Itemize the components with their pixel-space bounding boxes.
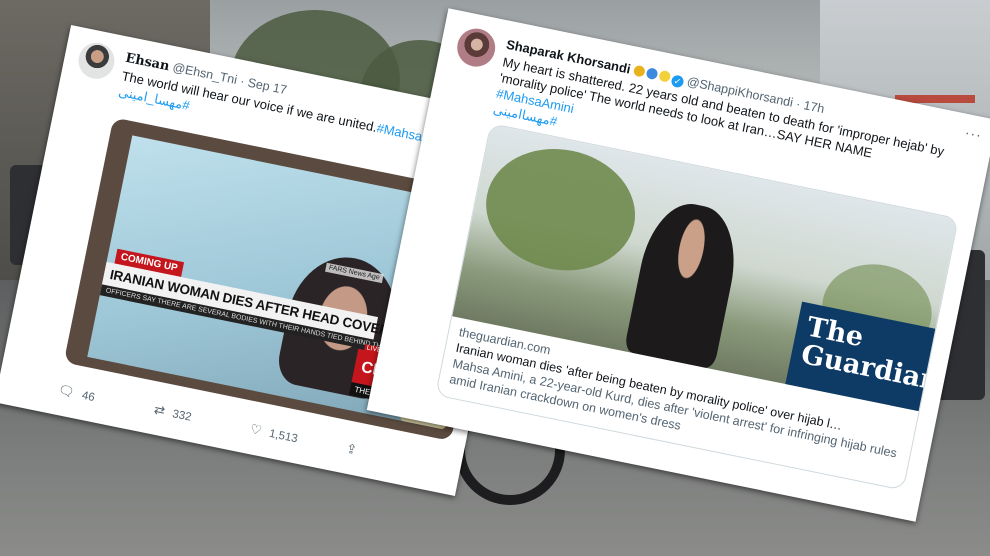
foliage bbox=[475, 135, 647, 284]
reply-count: 46 bbox=[80, 389, 96, 405]
verified-badge-icon: ✓ bbox=[670, 74, 685, 89]
like-count: 1,513 bbox=[268, 427, 299, 446]
tweet-date[interactable]: 17h bbox=[802, 98, 825, 116]
more-options-icon[interactable]: ··· bbox=[964, 124, 984, 143]
retweet-button[interactable]: ⇄ 332 bbox=[153, 401, 194, 424]
like-button[interactable]: ♡ 1,513 bbox=[249, 421, 300, 446]
retweet-count: 332 bbox=[171, 408, 193, 424]
reply-button[interactable]: 🗨︎ 46 bbox=[57, 382, 97, 405]
reply-icon: 🗨︎ bbox=[56, 381, 76, 400]
guardian-logo-line2: Guardian bbox=[798, 338, 943, 398]
share-button[interactable]: ⇪ bbox=[345, 441, 367, 460]
sunflower-icon bbox=[632, 64, 646, 78]
retweet-icon: ⇄ bbox=[152, 401, 167, 419]
yellow-heart-icon bbox=[658, 69, 672, 83]
avatar[interactable] bbox=[75, 39, 118, 83]
heart-icon: ♡ bbox=[248, 420, 264, 439]
avatar[interactable] bbox=[453, 25, 499, 71]
photo-woman bbox=[623, 196, 746, 370]
blue-heart-icon bbox=[645, 67, 659, 81]
share-icon: ⇪ bbox=[344, 440, 359, 458]
